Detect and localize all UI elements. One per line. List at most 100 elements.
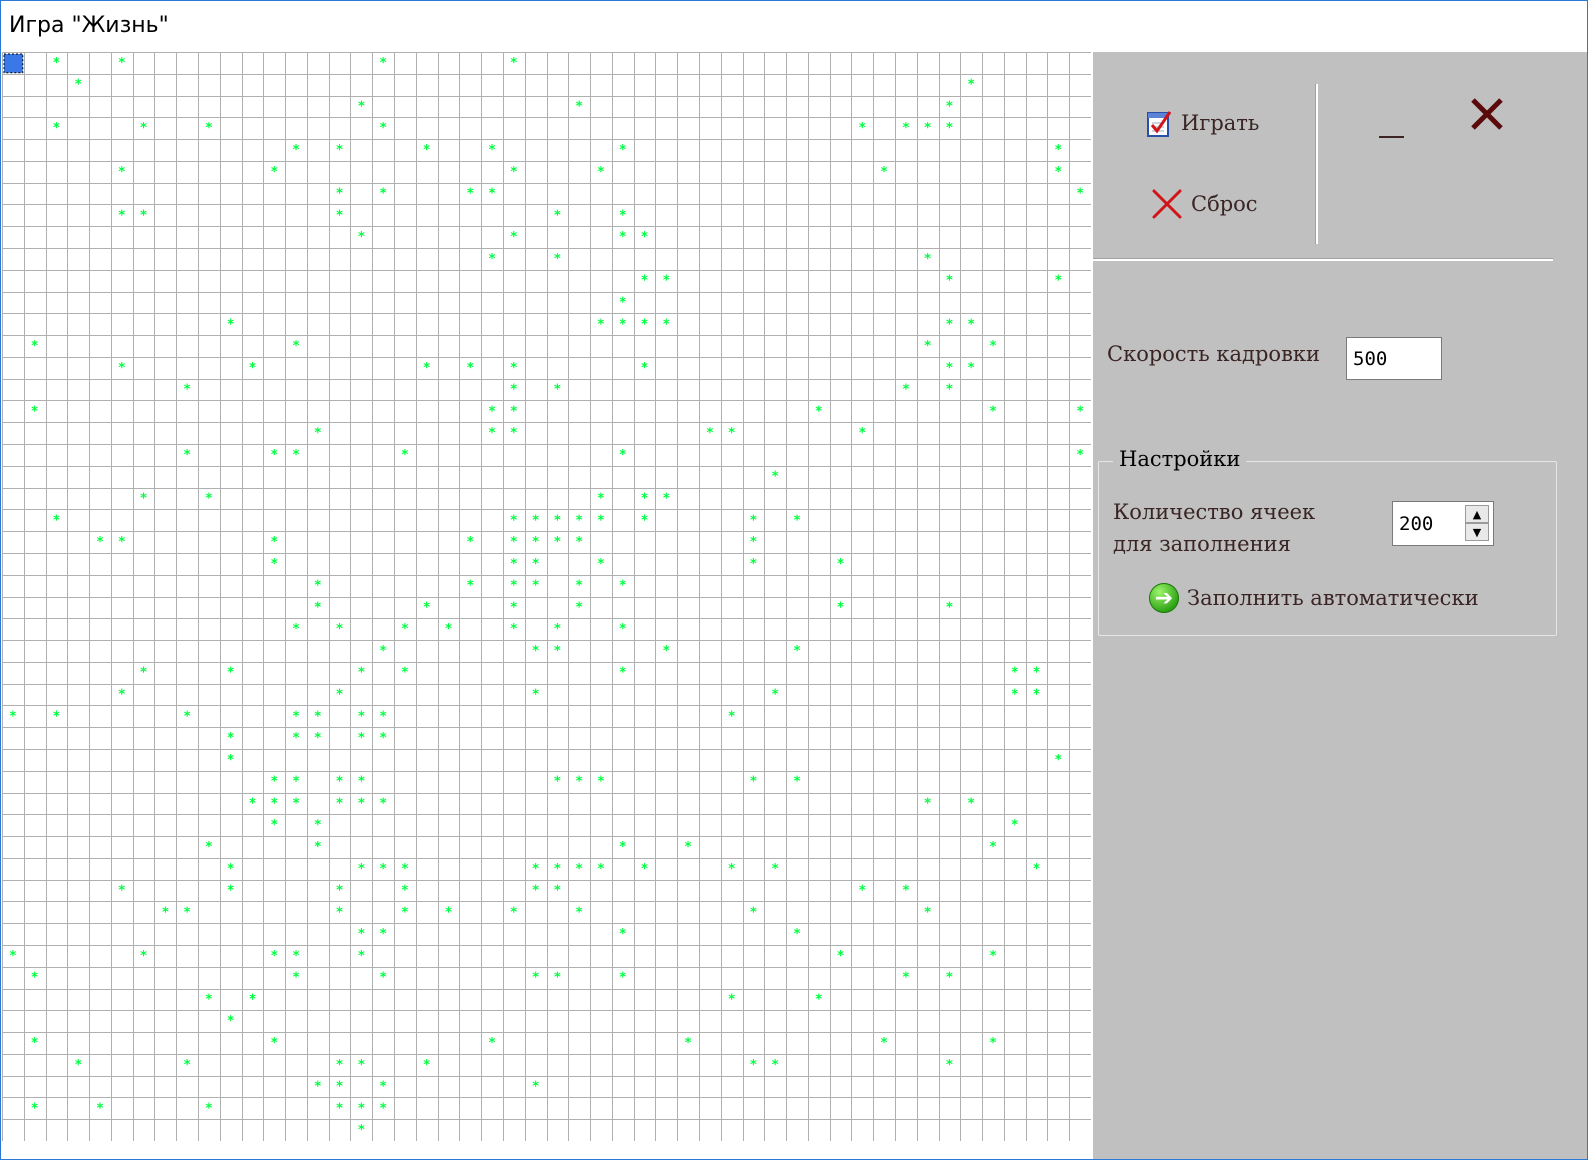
live-cell[interactable]: * bbox=[380, 187, 387, 202]
live-cell[interactable]: * bbox=[619, 295, 626, 310]
live-cell[interactable]: * bbox=[293, 143, 300, 158]
live-cell[interactable]: * bbox=[227, 666, 234, 681]
live-cell[interactable]: * bbox=[902, 971, 909, 986]
live-cell[interactable]: * bbox=[532, 557, 539, 572]
live-cell[interactable]: * bbox=[990, 339, 997, 354]
live-cell[interactable]: * bbox=[336, 1101, 343, 1116]
live-cell[interactable]: * bbox=[489, 187, 496, 202]
live-cell[interactable]: * bbox=[293, 709, 300, 724]
live-cell[interactable]: * bbox=[794, 644, 801, 659]
live-cell[interactable]: * bbox=[598, 165, 605, 180]
live-cell[interactable]: * bbox=[554, 208, 561, 223]
live-cell[interactable]: * bbox=[293, 971, 300, 986]
live-cell[interactable]: * bbox=[140, 949, 147, 964]
live-cell[interactable]: * bbox=[576, 600, 583, 615]
live-cell[interactable]: * bbox=[706, 426, 713, 441]
live-cell[interactable]: * bbox=[990, 949, 997, 964]
live-cell[interactable]: * bbox=[184, 383, 191, 398]
live-cell[interactable]: * bbox=[358, 731, 365, 746]
live-cell[interactable]: * bbox=[118, 361, 125, 376]
live-cell[interactable]: * bbox=[402, 622, 409, 637]
live-cell[interactable]: * bbox=[271, 775, 278, 790]
live-cell[interactable]: * bbox=[772, 470, 779, 485]
live-cell[interactable]: * bbox=[990, 840, 997, 855]
live-cell[interactable]: * bbox=[75, 1058, 82, 1073]
live-cell[interactable]: * bbox=[314, 426, 321, 441]
live-cell[interactable]: * bbox=[31, 339, 38, 354]
live-cell[interactable]: * bbox=[31, 971, 38, 986]
minimize-button[interactable] bbox=[1379, 104, 1409, 144]
live-cell[interactable]: * bbox=[728, 709, 735, 724]
live-cell[interactable]: * bbox=[576, 579, 583, 594]
live-cell[interactable]: * bbox=[358, 862, 365, 877]
live-cell[interactable]: * bbox=[358, 949, 365, 964]
live-cell[interactable]: * bbox=[532, 535, 539, 550]
live-cell[interactable]: * bbox=[619, 143, 626, 158]
live-cell[interactable]: * bbox=[336, 208, 343, 223]
live-cell[interactable]: * bbox=[619, 579, 626, 594]
live-cell[interactable]: * bbox=[336, 143, 343, 158]
live-cell[interactable]: * bbox=[554, 383, 561, 398]
live-cell[interactable]: * bbox=[532, 513, 539, 528]
live-cell[interactable]: * bbox=[924, 339, 931, 354]
live-cell[interactable]: * bbox=[380, 796, 387, 811]
live-cell[interactable]: * bbox=[489, 252, 496, 267]
live-cell[interactable]: * bbox=[510, 535, 517, 550]
live-cell[interactable]: * bbox=[554, 252, 561, 267]
live-cell[interactable]: * bbox=[619, 840, 626, 855]
live-cell[interactable]: * bbox=[53, 513, 60, 528]
live-cell[interactable]: * bbox=[423, 1058, 430, 1073]
live-cell[interactable]: * bbox=[554, 644, 561, 659]
live-cell[interactable]: * bbox=[946, 600, 953, 615]
live-cell[interactable]: * bbox=[554, 535, 561, 550]
life-grid[interactable]: * * * * * * * * * * * * * * * * * * * * * * * * * * * * * * * * * * * * * * * *… bbox=[2, 52, 1091, 1141]
live-cell[interactable]: * bbox=[293, 339, 300, 354]
live-cell[interactable]: * bbox=[162, 905, 169, 920]
live-cell[interactable]: * bbox=[336, 187, 343, 202]
live-cell[interactable]: * bbox=[619, 622, 626, 637]
live-cell[interactable]: * bbox=[837, 557, 844, 572]
live-cell[interactable]: * bbox=[859, 426, 866, 441]
live-cell[interactable]: * bbox=[358, 666, 365, 681]
live-cell[interactable]: * bbox=[619, 317, 626, 332]
live-cell[interactable]: * bbox=[423, 600, 430, 615]
live-cell[interactable]: * bbox=[97, 535, 104, 550]
live-cell[interactable]: * bbox=[510, 383, 517, 398]
live-cell[interactable]: * bbox=[336, 796, 343, 811]
live-cell[interactable]: * bbox=[380, 56, 387, 71]
live-cell[interactable]: * bbox=[510, 905, 517, 920]
live-cell[interactable]: * bbox=[619, 230, 626, 245]
live-cell[interactable]: * bbox=[9, 709, 16, 724]
live-cell[interactable]: * bbox=[293, 448, 300, 463]
live-cell[interactable]: * bbox=[663, 274, 670, 289]
live-cell[interactable]: * bbox=[227, 731, 234, 746]
live-cell[interactable]: * bbox=[293, 775, 300, 790]
live-cell[interactable]: * bbox=[1033, 666, 1040, 681]
live-cell[interactable]: * bbox=[249, 796, 256, 811]
live-cell[interactable]: * bbox=[510, 426, 517, 441]
live-cell[interactable]: * bbox=[924, 796, 931, 811]
live-cell[interactable]: * bbox=[772, 862, 779, 877]
live-cell[interactable]: * bbox=[336, 775, 343, 790]
live-cell[interactable]: * bbox=[728, 992, 735, 1007]
live-cell[interactable]: * bbox=[990, 1036, 997, 1051]
live-cell[interactable]: * bbox=[750, 513, 757, 528]
live-cell[interactable]: * bbox=[968, 317, 975, 332]
live-cell[interactable]: * bbox=[140, 208, 147, 223]
live-cell[interactable]: * bbox=[380, 862, 387, 877]
live-cell[interactable]: * bbox=[358, 927, 365, 942]
live-cell[interactable]: * bbox=[532, 579, 539, 594]
live-cell[interactable]: * bbox=[859, 121, 866, 136]
life-grid-canvas[interactable]: * * * * * * * * * * * * * * * * * * * * * * * * * * * * * * * * * * * * * * * *… bbox=[2, 52, 1091, 1141]
live-cell[interactable]: * bbox=[641, 361, 648, 376]
live-cell[interactable]: * bbox=[227, 317, 234, 332]
live-cell[interactable]: * bbox=[206, 1101, 213, 1116]
count-input[interactable] bbox=[1393, 502, 1473, 545]
live-cell[interactable]: * bbox=[1055, 143, 1062, 158]
live-cell[interactable]: * bbox=[293, 731, 300, 746]
live-cell[interactable]: * bbox=[314, 1080, 321, 1095]
live-cell[interactable]: * bbox=[685, 1036, 692, 1051]
play-button[interactable]: Играть bbox=[1145, 108, 1259, 138]
live-cell[interactable]: * bbox=[750, 1058, 757, 1073]
live-cell[interactable]: * bbox=[576, 99, 583, 114]
